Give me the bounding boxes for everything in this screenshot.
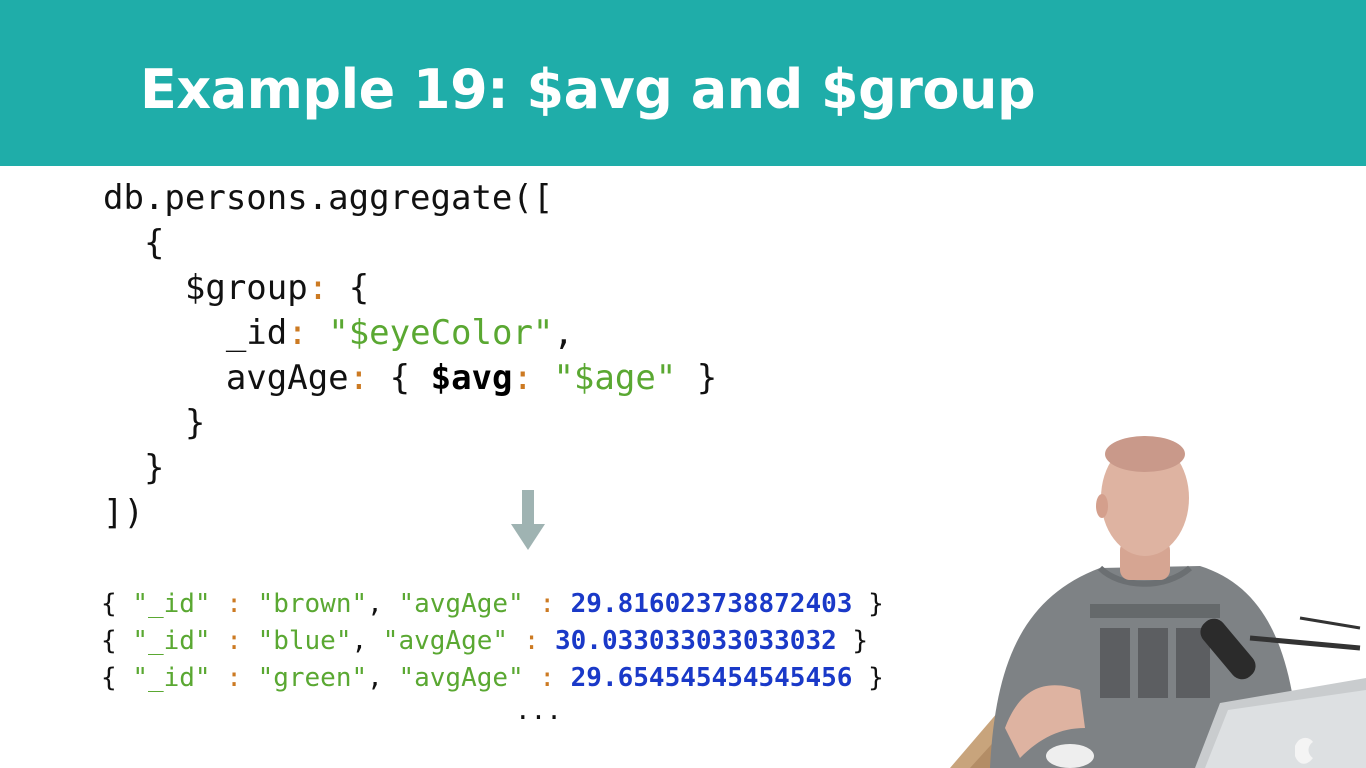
code-line-5: avgAge: { $avg: "$age" } (103, 356, 717, 401)
stage-open-brace: { (143, 223, 165, 263)
code-line-8: ]) (103, 491, 717, 536)
id-colon: : (287, 313, 308, 353)
avg-close-brace: } (696, 358, 718, 398)
slide-header: Example 19: $avg and $group (0, 0, 1366, 166)
code-line-3: $group: { (103, 266, 717, 311)
result-id: "brown" (257, 589, 368, 619)
code-line-4: _id: "$eyeColor", (103, 311, 717, 356)
result-id: "blue" (257, 626, 352, 656)
slide-title: Example 19: $avg and $group (140, 58, 1036, 121)
avg-colon: : (512, 358, 533, 398)
aggregate-call: db.persons.aggregate([ (103, 178, 554, 218)
code-line-7: } (103, 446, 717, 491)
code-line-2: { (103, 221, 717, 266)
avgage-key: avgAge (225, 358, 349, 398)
avg-value: "$age" (553, 358, 677, 398)
id-key: _id (225, 313, 288, 353)
arrow-down-icon (511, 490, 545, 550)
id-value: "$eyeColor" (328, 313, 554, 353)
group-open-brace: { (348, 268, 370, 308)
presenter-webcam (950, 436, 1366, 768)
result-row: { "_id" : "brown", "avgAge" : 29.8160237… (101, 589, 884, 619)
results-block: { "_id" : "brown", "avgAge" : 29.8160237… (101, 586, 884, 697)
group-colon: : (307, 268, 329, 308)
result-avg: 29.654545454545456 (570, 663, 853, 693)
group-close-brace: } (184, 403, 206, 443)
result-avg: 30.033033033033032 (555, 626, 837, 656)
aggregate-close: ]) (103, 493, 144, 533)
code-line-1: db.persons.aggregate([ (103, 176, 717, 221)
avgage-colon: : (348, 358, 370, 398)
id-comma: , (553, 313, 574, 353)
result-avg: 29.816023738872403 (570, 589, 853, 619)
group-key: $group (184, 268, 308, 308)
result-row: { "_id" : "green", "avgAge" : 29.6545454… (101, 663, 884, 693)
avg-open-brace: { (389, 358, 411, 398)
code-line-6: } (103, 401, 717, 446)
result-row: { "_id" : "blue", "avgAge" : 30.03303303… (101, 626, 869, 656)
stage-close-brace: } (143, 448, 165, 488)
code-block: db.persons.aggregate([ { $group: { _id: … (103, 176, 717, 536)
results-ellipsis: ... (515, 696, 562, 726)
avg-operator: $avg (430, 358, 513, 398)
result-id: "green" (257, 663, 368, 693)
